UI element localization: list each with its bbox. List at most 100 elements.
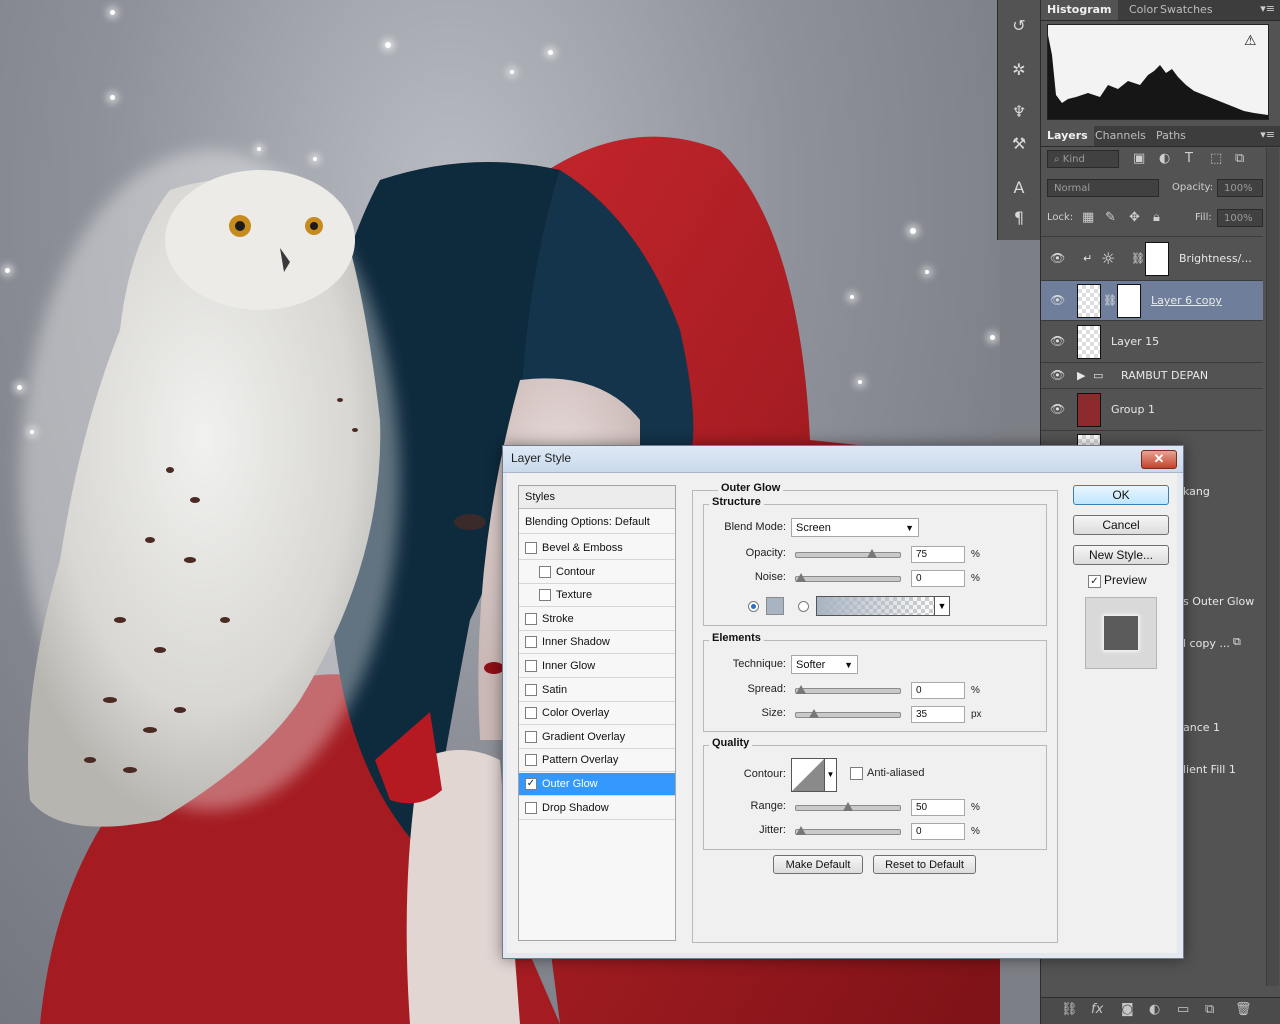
style-checkbox[interactable] [539,565,551,578]
opacity-field[interactable]: 100% [1217,179,1263,197]
cancel-button[interactable]: Cancel [1073,515,1169,535]
delete-layer-icon[interactable]: 🗑︎ [1235,1002,1252,1017]
layer-row[interactable]: 👁︎ Layer 15 [1041,320,1263,363]
layer-thumbnail[interactable] [1077,284,1101,318]
tab-histogram[interactable]: Histogram [1041,0,1118,20]
contour-dropdown-button[interactable]: ▼ [824,758,837,792]
style-checkbox[interactable]: ✓ [525,778,537,790]
style-item-stroke[interactable]: Stroke [519,608,675,631]
style-item-satin[interactable]: Satin [519,679,675,702]
layer-row[interactable]: 👁︎ ↵ ☼ ⛓ Brightness/... [1041,236,1263,281]
layer-mask-thumbnail[interactable] [1117,284,1141,318]
style-item-color-overlay[interactable]: Color Overlay [519,702,675,726]
style-checkbox[interactable] [525,660,537,672]
properties-icon[interactable]: ✲ [1004,58,1034,82]
layer-thumbnail[interactable] [1077,325,1101,359]
lock-all-icon[interactable]: 🔒︎ [1153,209,1160,227]
fx-icon[interactable]: fx [1091,1002,1103,1017]
style-checkbox[interactable] [525,730,537,743]
character-icon[interactable]: A [1004,176,1034,200]
layer-row-selected[interactable]: 👁︎ ⛓ Layer 6 copy [1041,280,1263,321]
dialog-titlebar[interactable]: Layer Style ✕ [503,446,1183,473]
contour-picker[interactable] [791,758,825,792]
filter-shape-icon[interactable]: ⬚ [1210,150,1222,168]
filter-pixel-icon[interactable]: ▣ [1133,150,1145,168]
style-item-inner-glow[interactable]: Inner Glow [519,655,675,678]
adjustment-layer-icon[interactable]: ◐ [1149,1002,1160,1017]
opacity-input[interactable]: 75 [911,546,965,563]
tab-channels[interactable]: Channels [1089,126,1152,146]
layer-thumbnail[interactable] [1077,393,1101,427]
solid-color-radio[interactable] [748,601,759,612]
tab-swatches[interactable]: Swatches [1154,0,1219,20]
noise-input[interactable]: 0 [911,570,965,587]
brush-icon[interactable]: ⚒ [1004,132,1034,156]
style-item-blending-options-default[interactable]: Blending Options: Default [519,511,675,534]
style-checkbox[interactable] [525,801,537,814]
preview-checkbox[interactable]: ✓ [1088,575,1101,588]
spread-slider-knob[interactable] [796,685,806,694]
tab-layers[interactable]: Layers [1041,126,1094,146]
visibility-eye-icon[interactable]: 👁︎ [1050,402,1065,416]
range-slider[interactable] [795,802,901,811]
gradient-picker[interactable] [816,596,936,616]
gradient-dropdown-button[interactable]: ▼ [934,596,950,616]
noise-slider-knob[interactable] [796,573,806,582]
style-item-pattern-overlay[interactable]: Pattern Overlay [519,749,675,773]
size-input[interactable]: 35 [911,706,965,723]
jitter-input[interactable]: 0 [911,823,965,840]
style-item-inner-shadow[interactable]: Inner Shadow [519,631,675,655]
new-layer-icon[interactable]: ⧉ [1205,1002,1214,1017]
layer-row[interactable]: 👁︎ Group 1 [1041,388,1263,431]
size-slider-knob[interactable] [809,709,820,718]
style-checkbox[interactable] [525,542,537,554]
panel-menu-icon[interactable]: ▾≡ [1260,2,1275,15]
style-item-texture[interactable]: Texture [519,584,675,608]
layers-scrollbar[interactable] [1266,148,1279,986]
opacity-slider[interactable] [795,549,901,558]
glow-color-swatch[interactable] [766,597,784,615]
filter-kind-select[interactable]: ⌕ Kind [1047,150,1119,168]
layer-mask-thumbnail[interactable] [1145,242,1169,276]
style-checkbox[interactable] [539,589,551,602]
warning-icon[interactable]: ⚠ [1244,33,1257,49]
anti-aliased-checkbox[interactable] [850,767,863,780]
jitter-slider[interactable] [795,826,901,835]
ok-button[interactable]: OK [1073,485,1169,505]
visibility-eye-icon[interactable]: 👁︎ [1050,293,1065,307]
visibility-eye-icon[interactable]: 👁︎ [1050,368,1065,382]
style-item-bevel-emboss[interactable]: Bevel & Emboss [519,537,675,560]
new-group-icon[interactable]: ▭ [1177,1002,1189,1017]
lock-transparent-icon[interactable]: ▦ [1082,209,1094,227]
visibility-eye-icon[interactable]: 👁︎ [1050,334,1065,348]
size-slider[interactable] [795,709,901,718]
tab-paths[interactable]: Paths [1150,126,1192,146]
spread-input[interactable]: 0 [911,682,965,699]
lock-position-icon[interactable]: ✥ [1129,209,1140,227]
style-item-drop-shadow[interactable]: Drop Shadow [519,797,675,820]
layers-panel-menu-icon[interactable]: ▾≡ [1260,128,1275,141]
style-checkbox[interactable] [525,683,537,696]
make-default-button[interactable]: Make Default [773,855,863,874]
paragraph-icon[interactable]: ¶ [1004,206,1034,230]
technique-select[interactable]: Softer ▼ [791,655,858,674]
visibility-eye-icon[interactable]: 👁︎ [1050,251,1065,265]
add-mask-icon[interactable]: ◙ [1121,1002,1134,1017]
style-checkbox[interactable] [525,612,537,625]
style-checkbox[interactable] [525,754,537,767]
style-item-gradient-overlay[interactable]: Gradient Overlay [519,726,675,749]
fill-field[interactable]: 100% [1217,209,1263,227]
layer-group-row[interactable]: 👁︎ ▶ ▭ RAMBUT DEPAN [1041,362,1263,389]
reset-to-default-button[interactable]: Reset to Default [873,855,976,874]
gradient-radio[interactable] [798,601,809,612]
close-button[interactable]: ✕ [1141,450,1177,469]
style-item-contour[interactable]: Contour [519,561,675,584]
link-layers-icon[interactable]: ⛓ [1061,1002,1078,1017]
opacity-slider-knob[interactable] [866,549,877,558]
filter-adjustment-icon[interactable]: ◐ [1159,150,1170,168]
style-checkbox[interactable] [525,636,537,649]
range-slider-knob[interactable] [843,802,853,811]
filter-type-icon[interactable]: T [1185,150,1193,168]
filter-smart-object-icon[interactable]: ⧉ [1235,150,1244,168]
lock-image-icon[interactable]: ✎ [1105,209,1116,227]
